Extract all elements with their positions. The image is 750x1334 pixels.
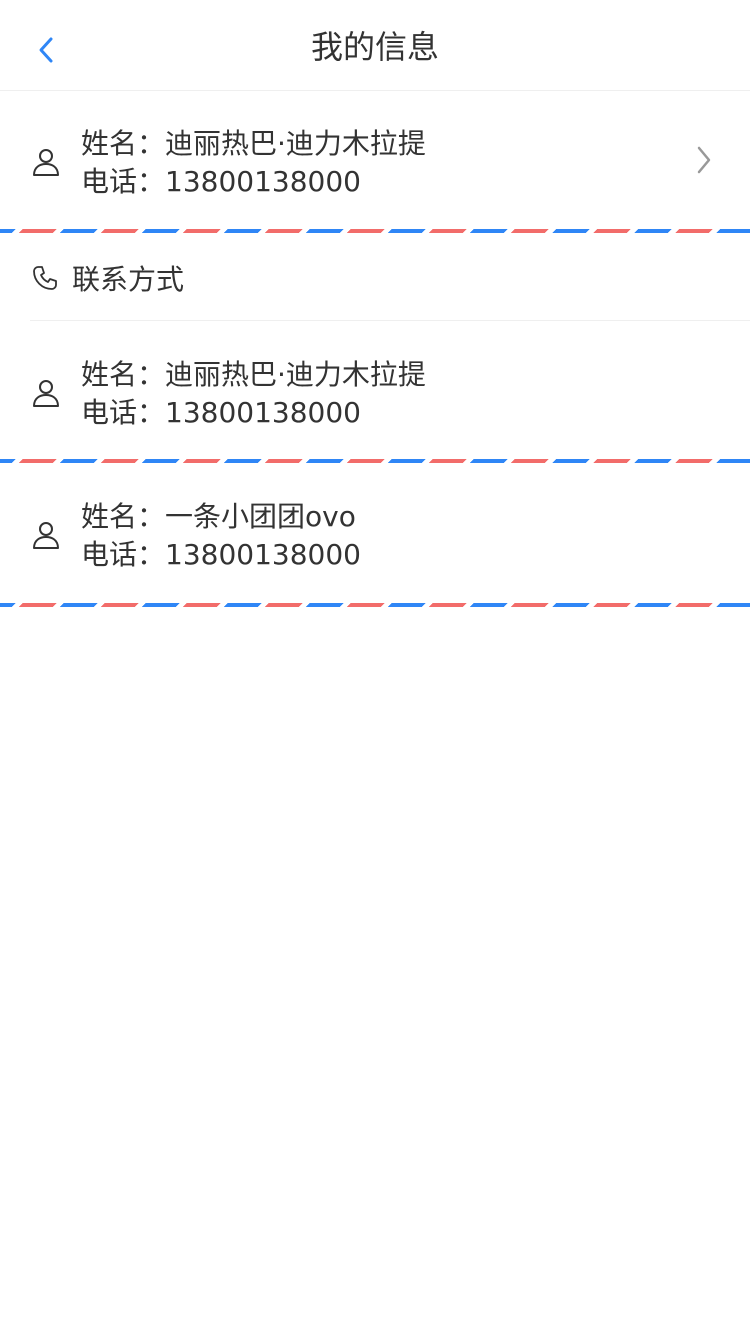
contact-phone: 电话：13800138000	[81, 396, 361, 429]
page-title: 我的信息	[310, 28, 439, 66]
selected-contact-card[interactable]: 姓名：迪丽热巴·迪力木拉提 电话：13800138000	[0, 91, 750, 229]
section-label: 联系方式	[72, 263, 185, 296]
contact-info: 姓名：迪丽热巴·迪力木拉提 电话：13800138000	[81, 125, 426, 201]
person-icon	[33, 522, 59, 549]
contact-list-item[interactable]: 姓名：一条小团团ovo 电话：13800138000	[0, 463, 750, 603]
phone-icon	[33, 266, 57, 290]
contacts-section-header: 联系方式	[30, 233, 750, 321]
contact-name: 姓名：迪丽热巴·迪力木拉提	[81, 358, 426, 391]
airmail-divider	[0, 603, 750, 607]
contact-list-item[interactable]: 姓名：迪丽热巴·迪力木拉提 电话：13800138000	[0, 321, 750, 459]
person-icon	[33, 380, 59, 407]
chevron-right-icon	[697, 146, 711, 174]
contact-name: 姓名：迪丽热巴·迪力木拉提	[81, 127, 426, 160]
contact-info: 姓名：一条小团团ovo 电话：13800138000	[81, 498, 361, 574]
contact-name: 姓名：一条小团团ovo	[81, 500, 356, 533]
contact-phone: 电话：13800138000	[81, 165, 361, 198]
nav-bar: 我的信息	[0, 0, 750, 91]
contact-phone: 电话：13800138000	[81, 538, 361, 571]
contact-info: 姓名：迪丽热巴·迪力木拉提 电话：13800138000	[81, 356, 426, 432]
person-icon	[33, 149, 59, 176]
